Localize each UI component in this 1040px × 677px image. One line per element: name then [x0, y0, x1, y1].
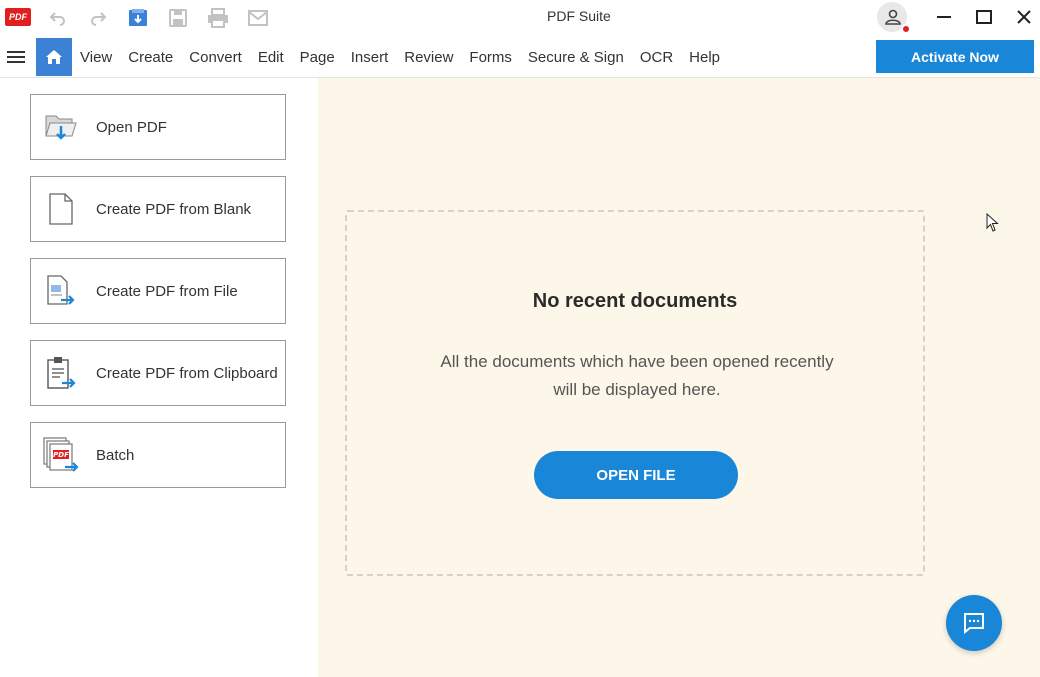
empty-state-title: No recent documents	[532, 290, 738, 312]
batch-icon: PDF	[43, 437, 79, 472]
menu-review[interactable]: Review	[404, 49, 453, 66]
close-icon	[1017, 10, 1031, 24]
create-pdf-clipboard-button[interactable]: Create PDF from Clipboard	[30, 340, 286, 406]
import-icon	[129, 9, 147, 26]
title-bar: PDF PDF Suite	[0, 0, 1040, 36]
redo-button[interactable]	[86, 7, 110, 29]
print-icon	[208, 8, 228, 28]
action-label: Create PDF from Blank	[96, 200, 252, 218]
hamburger-menu-button[interactable]	[6, 48, 26, 66]
open-folder-icon	[45, 115, 77, 140]
action-label: Create PDF from Clipboard	[96, 364, 278, 382]
recent-documents-dropzone: No recent documents All the documents wh…	[345, 210, 925, 576]
close-button[interactable]	[1012, 6, 1036, 28]
window-title: PDF Suite	[547, 8, 611, 24]
action-label: Open PDF	[96, 118, 167, 136]
user-icon	[885, 9, 901, 25]
email-button[interactable]	[246, 7, 270, 29]
import-button[interactable]	[126, 7, 150, 29]
menu-bar: View Create Convert Edit Page Insert Rev…	[0, 36, 1040, 78]
maximize-icon	[976, 10, 992, 24]
undo-button[interactable]	[46, 7, 70, 29]
notification-dot	[901, 24, 911, 34]
app-logo: PDF	[5, 8, 31, 26]
action-label: Create PDF from File	[96, 282, 238, 300]
blank-page-icon	[49, 193, 73, 225]
save-icon	[169, 9, 187, 27]
menu-view[interactable]: View	[80, 49, 112, 66]
menu-create[interactable]: Create	[128, 49, 173, 66]
open-pdf-button[interactable]: Open PDF	[30, 94, 286, 160]
svg-text:PDF: PDF	[53, 451, 69, 459]
redo-icon	[91, 12, 107, 26]
save-button[interactable]	[166, 7, 190, 29]
mouse-cursor-icon	[986, 213, 999, 232]
email-icon	[248, 10, 268, 26]
menu-secure-sign[interactable]: Secure & Sign	[528, 49, 624, 66]
create-pdf-file-button[interactable]: Create PDF from File	[30, 258, 286, 324]
open-file-button[interactable]: OPEN FILE	[534, 451, 738, 499]
clipboard-icon	[47, 357, 76, 389]
hamburger-icon	[7, 51, 25, 63]
menu-help[interactable]: Help	[689, 49, 720, 66]
minimize-icon	[937, 16, 951, 18]
menu-convert[interactable]: Convert	[189, 49, 242, 66]
chat-support-button[interactable]	[946, 595, 1002, 651]
print-button[interactable]	[206, 7, 230, 29]
menu-forms[interactable]: Forms	[469, 49, 512, 66]
file-convert-icon	[47, 275, 75, 305]
activate-now-button[interactable]: Activate Now	[876, 40, 1034, 73]
create-pdf-blank-button[interactable]: Create PDF from Blank	[30, 176, 286, 242]
recent-documents-area: No recent documents All the documents wh…	[318, 78, 1040, 677]
chat-icon	[964, 613, 984, 635]
empty-state-description: All the documents which have been opened…	[440, 352, 834, 399]
menu-insert[interactable]: Insert	[351, 49, 389, 66]
home-tab[interactable]	[36, 38, 72, 76]
action-label: Batch	[96, 446, 135, 464]
quick-actions-panel: Open PDF Create PDF from Blank Create PD…	[0, 78, 318, 677]
minimize-button[interactable]	[932, 6, 956, 28]
menu-ocr[interactable]: OCR	[640, 49, 673, 66]
maximize-button[interactable]	[972, 6, 996, 28]
batch-button[interactable]: PDF Batch	[30, 422, 286, 488]
undo-icon	[49, 12, 65, 26]
account-button[interactable]	[876, 2, 911, 34]
home-icon	[46, 50, 62, 64]
menu-page[interactable]: Page	[300, 49, 335, 66]
menu-edit[interactable]: Edit	[258, 49, 284, 66]
